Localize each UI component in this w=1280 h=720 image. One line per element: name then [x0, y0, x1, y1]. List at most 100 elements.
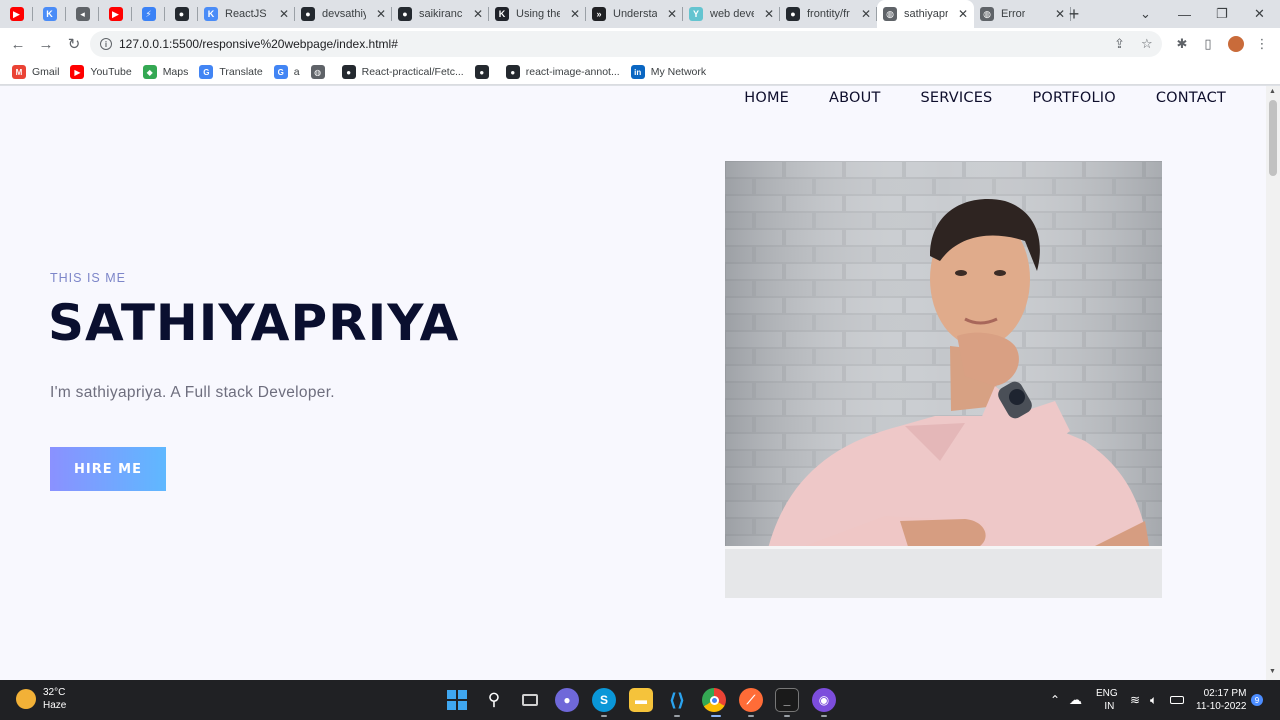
- nav-link-portfolio[interactable]: PORTFOLIO: [1032, 90, 1115, 106]
- file-explorer-icon[interactable]: ▬: [629, 688, 653, 712]
- search-icon[interactable]: ⚲: [482, 688, 506, 712]
- tab-search-icon[interactable]: ⌄: [1140, 0, 1151, 28]
- tab-close-icon[interactable]: ✕: [372, 7, 386, 21]
- browser-tab[interactable]: ⚡: [132, 0, 165, 28]
- react-icon: K: [204, 7, 218, 21]
- tab-title: Understa: [613, 8, 657, 20]
- teams-chat-icon[interactable]: ●: [555, 688, 579, 712]
- windows-taskbar: 32°C Haze ⚲ ● S ▬ ⟨⟩ ⟋ _ ◉ ⌃ ☁ ENG IN ≋ …: [0, 680, 1280, 720]
- browser-tab[interactable]: ● devsathiy ✕: [295, 0, 392, 28]
- address-bar[interactable]: i 127.0.0.1:5500/responsive%20webpage/in…: [90, 31, 1162, 57]
- vscode-icon[interactable]: ⟨⟩: [665, 688, 689, 712]
- browser-tab[interactable]: K ReactJS D ✕: [198, 0, 295, 28]
- tab-close-icon[interactable]: ✕: [566, 7, 580, 21]
- nav-link-about[interactable]: ABOUT: [829, 90, 881, 106]
- scrollbar-thumb[interactable]: [1269, 100, 1277, 176]
- youtube-icon: ▶: [108, 7, 123, 21]
- bookmark-label: a: [293, 66, 300, 78]
- browser-tab[interactable]: ● frontity/fr ✕: [780, 0, 877, 28]
- menu-icon[interactable]: ⋮: [1252, 31, 1272, 57]
- terminal-icon[interactable]: _: [775, 688, 799, 712]
- wifi-icon[interactable]: ≋: [1130, 680, 1140, 720]
- minimize-icon[interactable]: —: [1178, 0, 1191, 28]
- globe-icon: ◍: [980, 7, 994, 21]
- bookmark-item[interactable]: in My Network: [630, 65, 707, 79]
- browser-tab[interactable]: ◂: [66, 0, 99, 28]
- profile-avatar[interactable]: [1226, 31, 1246, 57]
- bookmark-item[interactable]: M Gmail: [12, 65, 59, 79]
- browser-tab[interactable]: Yweb deve ✕: [683, 0, 780, 28]
- notification-count: 9: [1251, 694, 1263, 706]
- nav-link-home[interactable]: HOME: [744, 90, 789, 106]
- youtube-icon: ▶: [9, 7, 24, 21]
- tab-close-icon[interactable]: ✕: [663, 7, 677, 21]
- react-icon: K: [42, 7, 57, 21]
- bookmark-star-icon[interactable]: ☆: [1141, 36, 1153, 52]
- restore-icon[interactable]: ❐: [1216, 0, 1228, 28]
- language-indicator[interactable]: ENG IN: [1096, 680, 1118, 720]
- tray-overflow-icon[interactable]: ⌃: [1050, 680, 1060, 720]
- tab-title: ReactJS D: [225, 8, 269, 20]
- browser-tab[interactable]: ● saikiranck ✕: [392, 0, 489, 28]
- forward-icon[interactable]: →: [33, 31, 59, 57]
- volume-icon[interactable]: 🔈︎: [1150, 680, 1157, 720]
- clock-time: 02:17 PM: [1203, 688, 1247, 699]
- extensions-icon[interactable]: ✱: [1172, 31, 1192, 57]
- browser-tab[interactable]: ●: [165, 0, 198, 28]
- new-tab-button[interactable]: +: [1057, 0, 1091, 28]
- windows-start-icon[interactable]: [445, 688, 469, 712]
- running-indicator: [601, 715, 607, 717]
- reload-icon[interactable]: ↻: [61, 31, 87, 57]
- tab-close-icon[interactable]: ✕: [275, 7, 289, 21]
- back-icon[interactable]: ←: [5, 31, 31, 57]
- onedrive-icon[interactable]: ☁: [1069, 680, 1082, 720]
- battery-icon[interactable]: [1170, 680, 1184, 720]
- share-icon[interactable]: ⇪: [1114, 36, 1125, 52]
- tab-close-icon[interactable]: ✕: [954, 7, 968, 21]
- browser-tab[interactable]: ◍ sathiyapr ✕: [877, 0, 974, 28]
- tab-close-icon[interactable]: ✕: [469, 7, 483, 21]
- weather-widget[interactable]: 32°C Haze: [16, 686, 66, 712]
- chrome-icon[interactable]: [702, 688, 726, 712]
- bookmark-item[interactable]: ◍: [310, 65, 331, 79]
- hire-me-button[interactable]: HIRE ME: [50, 447, 166, 491]
- bookmark-item[interactable]: ● react-image-annot...: [505, 65, 620, 79]
- skype-icon[interactable]: S: [592, 688, 616, 712]
- site-info-icon[interactable]: i: [100, 38, 112, 50]
- bookmark-item[interactable]: ● React-practical/Fetc...: [341, 65, 464, 79]
- tab-title: frontity/fr: [807, 8, 850, 20]
- github-desktop-icon[interactable]: ◉: [812, 688, 836, 712]
- globe-icon: ◍: [310, 65, 325, 79]
- bookmark-item[interactable]: Ga: [273, 65, 300, 79]
- side-panel-icon[interactable]: ▯: [1198, 31, 1218, 57]
- browser-tab[interactable]: ▶: [0, 0, 33, 28]
- browser-tab[interactable]: ▶: [99, 0, 132, 28]
- browser-tab[interactable]: » Understa ✕: [586, 0, 683, 28]
- bookmark-label: My Network: [650, 66, 707, 78]
- nav-link-services[interactable]: SERVICES: [921, 90, 993, 106]
- language-code: ENG: [1096, 688, 1118, 699]
- page-scrollbar[interactable]: ▲ ▼: [1266, 86, 1280, 680]
- bookmarks-bar: M Gmail ▶ YouTube ◆ Maps G Translate Ga ◍ ● React-p…: [0, 60, 1280, 85]
- youtube-icon: ▶: [70, 65, 85, 79]
- tab-close-icon[interactable]: ✕: [857, 7, 871, 21]
- bookmark-item[interactable]: G Translate: [199, 65, 263, 79]
- clock[interactable]: 02:17 PM 11-10-2022: [1196, 680, 1246, 720]
- running-indicator: [711, 715, 721, 717]
- browser-tab[interactable]: K Using the ✕: [489, 0, 586, 28]
- scroll-down-icon[interactable]: ▼: [1269, 668, 1276, 675]
- nav-link-contact[interactable]: CONTACT: [1156, 90, 1226, 106]
- tab-close-icon[interactable]: ✕: [760, 7, 774, 21]
- postman-icon[interactable]: ⟋: [739, 688, 763, 712]
- translate-icon: G: [199, 65, 214, 79]
- bookmark-item[interactable]: ▶ YouTube: [70, 65, 132, 79]
- chevrons-icon: »: [592, 7, 606, 21]
- task-view-icon[interactable]: [518, 688, 542, 712]
- bookmark-item[interactable]: ◆ Maps: [142, 65, 188, 79]
- scroll-up-icon[interactable]: ▲: [1269, 88, 1276, 95]
- notification-badge[interactable]: 9: [1251, 680, 1263, 720]
- browser-tab[interactable]: K: [33, 0, 66, 28]
- bookmark-item[interactable]: ●: [474, 65, 495, 79]
- bolt-icon: ⚡: [141, 7, 156, 21]
- close-window-icon[interactable]: ✕: [1254, 0, 1265, 28]
